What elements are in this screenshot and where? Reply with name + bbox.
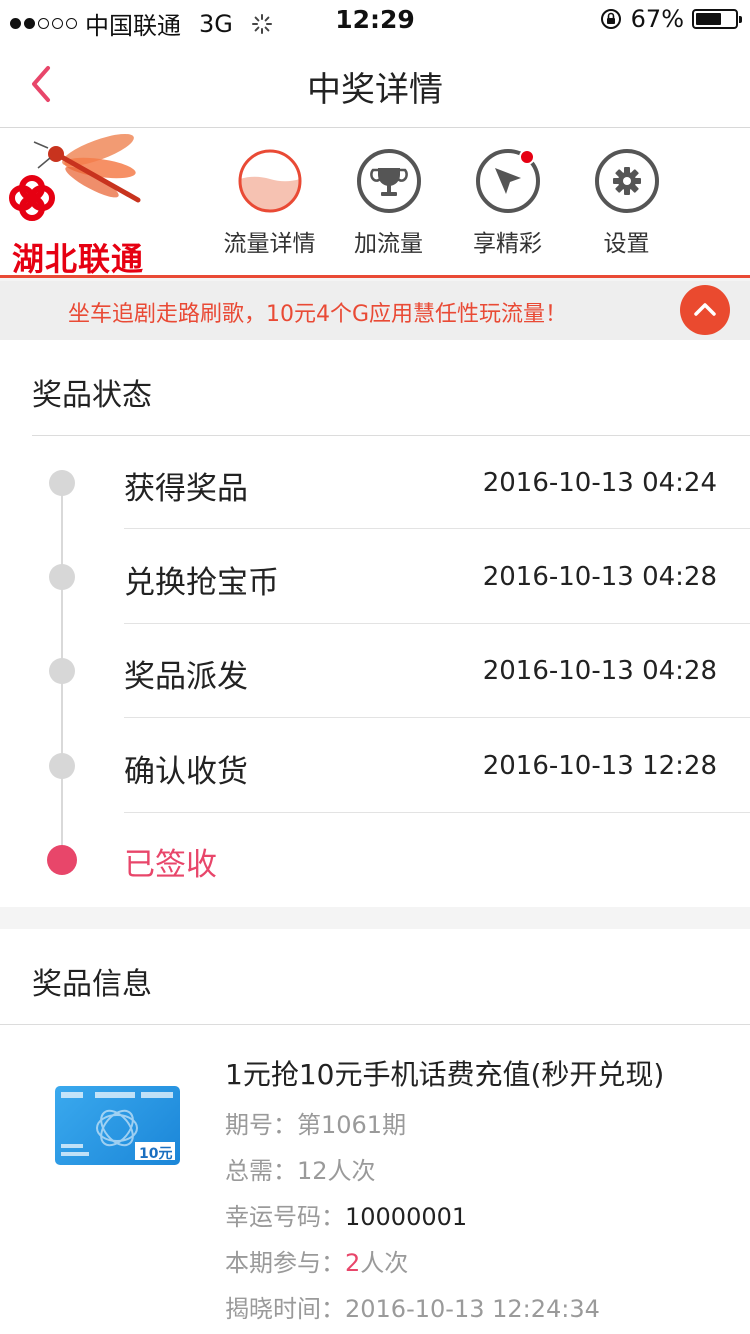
cursor-icon — [475, 148, 541, 214]
timeline-dot — [49, 753, 75, 779]
prize-status-title: 奖品状态 — [32, 378, 152, 413]
step-time: 2016-10-13 12:28 — [482, 751, 717, 781]
step-time: 2016-10-13 04:24 — [482, 468, 717, 498]
divider — [124, 717, 750, 718]
lucky-number: 10000001 — [345, 1203, 468, 1231]
timeline-step: 兑换抢宝币 2016-10-13 04:28 — [0, 530, 750, 624]
issue-value: 第1061期 — [297, 1111, 407, 1139]
participate-label: 本期参与： — [225, 1249, 345, 1277]
participate-count: 2 — [345, 1249, 361, 1277]
orientation-lock-icon — [600, 9, 621, 29]
menu-item-settings[interactable]: 设置 — [567, 148, 686, 258]
timeline-dot — [49, 470, 75, 496]
reveal-label: 揭晓时间： — [225, 1295, 345, 1323]
issue-row: 期号：第1061期 — [225, 1105, 406, 1140]
brand-name: 湖北联通 — [12, 240, 145, 278]
step-label: 确认收货 — [124, 754, 248, 790]
step-label: 奖品派发 — [124, 659, 248, 695]
page-title: 中奖详情 — [307, 70, 443, 110]
data-usage-icon — [237, 148, 303, 214]
recharge-card-image: 10元 — [55, 1086, 180, 1165]
timeline-dot — [49, 658, 75, 684]
menu-label: 享精彩 — [473, 231, 542, 257]
lucky-number-row: 幸运号码：10000001 — [225, 1197, 467, 1232]
timeline-dot — [49, 564, 75, 590]
participation-row: 本期参与：2人次 — [225, 1243, 408, 1278]
total-row: 总需：12人次 — [225, 1151, 376, 1186]
divider — [124, 623, 750, 624]
reveal-time: 2016-10-13 12:24:34 — [345, 1295, 600, 1323]
menu-item-data-usage[interactable]: 流量详情 — [210, 148, 329, 258]
nav-bar: 中奖详情 — [0, 40, 750, 128]
battery-icon — [692, 9, 742, 29]
unicom-logo: 湖北联通 — [0, 128, 160, 278]
collapse-button[interactable] — [680, 285, 730, 335]
promo-bar[interactable]: 坐车追剧走路刷歌，10元4个G应用慧任性玩流量！ — [0, 281, 750, 340]
status-bar: 中国联通 3G 12:29 67% — [0, 0, 750, 40]
status-right: 67% — [599, 5, 742, 33]
product-title[interactable]: 1元抢10元手机话费充值(秒开兑现) — [225, 1053, 664, 1093]
divider — [0, 1024, 750, 1025]
timeline-step-current: 已签收 — [0, 813, 750, 907]
divider — [124, 528, 750, 529]
prize-info-title: 奖品信息 — [32, 967, 152, 1002]
battery-fill — [696, 13, 722, 25]
step-label: 获得奖品 — [124, 471, 248, 507]
unicom-banner: 湖北联通 流量详情 加流量 享精彩 设置 — [0, 128, 750, 278]
card-value: 10元 — [139, 1146, 173, 1162]
timeline-step: 确认收货 2016-10-13 12:28 — [0, 719, 750, 813]
gear-icon — [594, 148, 660, 214]
dragonfly-logo-icon — [9, 133, 141, 221]
prize-info-section: 奖品信息 10元 1元抢10元手机话费充值(秒开兑现) 期号：第1061期 总需… — [0, 929, 750, 1334]
step-label: 已签收 — [124, 847, 217, 883]
chevron-up-icon — [694, 303, 716, 316]
menu-label: 加流量 — [354, 231, 423, 257]
menu-label: 设置 — [603, 231, 650, 257]
total-label: 总需： — [225, 1157, 297, 1185]
participate-unit: 人次 — [360, 1249, 409, 1277]
trophy-icon — [356, 148, 422, 214]
prize-status-section: 奖品状态 获得奖品 2016-10-13 04:24 兑换抢宝币 2016-10… — [0, 340, 750, 907]
step-label: 兑换抢宝币 — [124, 565, 279, 601]
timeline-step: 获得奖品 2016-10-13 04:24 — [0, 436, 750, 530]
step-time: 2016-10-13 04:28 — [482, 656, 717, 686]
menu-item-add-data[interactable]: 加流量 — [329, 148, 448, 258]
menu-label: 流量详情 — [223, 231, 316, 257]
lucky-label: 幸运号码： — [225, 1203, 345, 1231]
step-time: 2016-10-13 04:28 — [482, 562, 717, 592]
timeline-dot-active — [47, 845, 77, 875]
timeline-step: 奖品派发 2016-10-13 04:28 — [0, 625, 750, 719]
battery-percent: 67% — [630, 5, 684, 33]
issue-label: 期号： — [225, 1111, 297, 1139]
reveal-time-row: 揭晓时间：2016-10-13 12:24:34 — [225, 1289, 600, 1324]
unicom-menu: 流量详情 加流量 享精彩 设置 — [210, 148, 686, 258]
menu-item-enjoy[interactable]: 享精彩 — [448, 148, 567, 258]
promo-text: 坐车追剧走路刷歌，10元4个G应用慧任性玩流量！ — [68, 302, 568, 327]
total-value: 12人次 — [297, 1157, 376, 1185]
